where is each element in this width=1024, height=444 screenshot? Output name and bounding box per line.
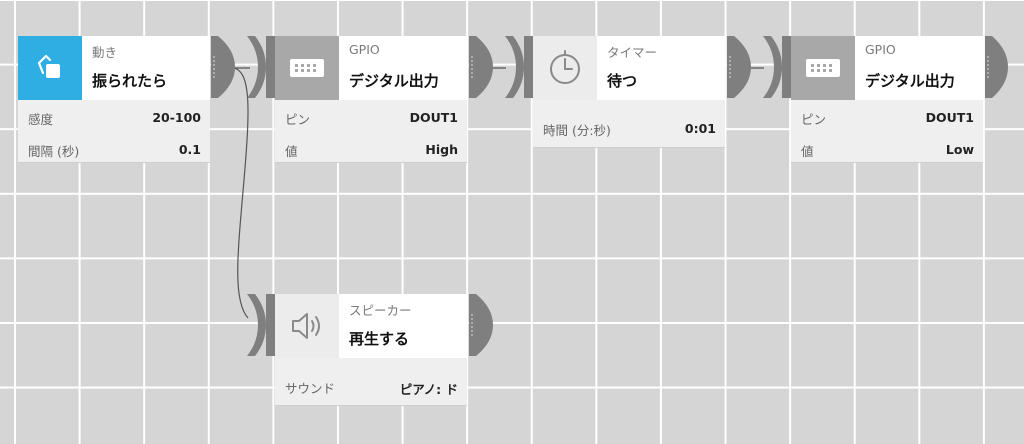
timer-input-connector [505, 36, 533, 98]
clock-icon [533, 36, 597, 100]
shake-icon [18, 36, 82, 100]
motion-block-properties[interactable]: 感度 20-100 間隔 (秒) 0.1 [18, 100, 210, 163]
speaker-input-connector [247, 294, 275, 356]
property-label: サウンド [285, 381, 336, 396]
speaker-block-header[interactable]: スピーカー 再生する [275, 294, 467, 358]
property-value: Low [945, 142, 974, 157]
property-row[interactable]: 時間 (分:秒) 0:01 [533, 118, 725, 138]
property-row[interactable]: 値 Low [791, 139, 983, 159]
property-row[interactable]: ピン DOUT1 [275, 107, 467, 127]
gpio-block-header[interactable]: GPIO デジタル出力 [275, 36, 467, 100]
block-name: 振られたら [92, 72, 168, 90]
property-value: DOUT1 [925, 110, 974, 125]
speaker-block-properties[interactable]: サウンド ピアノ: ド [275, 358, 467, 406]
speaker-icon [275, 294, 339, 358]
property-value: High [425, 142, 458, 157]
block-category: スピーカー [349, 303, 412, 318]
property-value: DOUT1 [409, 110, 458, 125]
property-row[interactable]: 値 High [275, 139, 467, 159]
gpio-board-icon [275, 36, 339, 100]
timer-block-properties[interactable]: 時間 (分:秒) 0:01 [533, 100, 725, 148]
block-category: 動き [92, 45, 118, 60]
wire-motion-to-speaker [229, 67, 249, 319]
property-label: 値 [801, 144, 814, 159]
timer-block-header[interactable]: タイマー 待つ [533, 36, 725, 100]
property-label: 間隔 (秒) [28, 144, 80, 159]
property-value: 0.1 [178, 142, 201, 157]
property-value: 0:01 [684, 121, 716, 136]
property-value: 20-100 [152, 110, 201, 125]
gpio2-output-connector [985, 36, 1008, 98]
gpio-block-header[interactable]: GPIO デジタル出力 [791, 36, 983, 100]
block-category: GPIO [349, 42, 380, 57]
block-name: デジタル出力 [865, 72, 955, 90]
property-row[interactable]: 間隔 (秒) 0.1 [18, 139, 210, 159]
property-label: 値 [285, 144, 298, 159]
flow-canvas[interactable]: 動き 振られたら 感度 20-100 間隔 (秒) 0.1 GPIO デジタル出… [0, 0, 1024, 444]
timer-output-connector [727, 36, 751, 98]
property-label: 感度 [28, 112, 54, 127]
motion-output-connector [211, 36, 235, 98]
gpio1-input-connector [247, 36, 275, 98]
property-label: 時間 (分:秒) [543, 123, 611, 138]
gpio-board-icon [791, 36, 855, 100]
gpio-block-properties[interactable]: ピン DOUT1 値 High [275, 100, 467, 163]
property-row[interactable]: ピン DOUT1 [791, 107, 983, 127]
property-label: ピン [801, 112, 827, 127]
motion-block-header[interactable]: 動き 振られたら [18, 36, 210, 100]
property-value: ピアノ: ド [399, 382, 458, 397]
gpio-block-properties[interactable]: ピン DOUT1 値 Low [791, 100, 983, 163]
property-label: ピン [285, 112, 311, 127]
speaker-output-connector [469, 294, 493, 356]
block-category: タイマー [607, 45, 658, 60]
block-category: GPIO [865, 42, 896, 57]
gpio1-output-connector [469, 36, 493, 98]
property-row[interactable]: サウンド ピアノ: ド [275, 376, 467, 397]
gpio2-input-connector [763, 36, 791, 98]
block-name: デジタル出力 [349, 72, 439, 90]
property-row[interactable]: 感度 20-100 [18, 107, 210, 127]
block-name: 再生する [349, 330, 410, 348]
block-name: 待つ [607, 72, 638, 90]
